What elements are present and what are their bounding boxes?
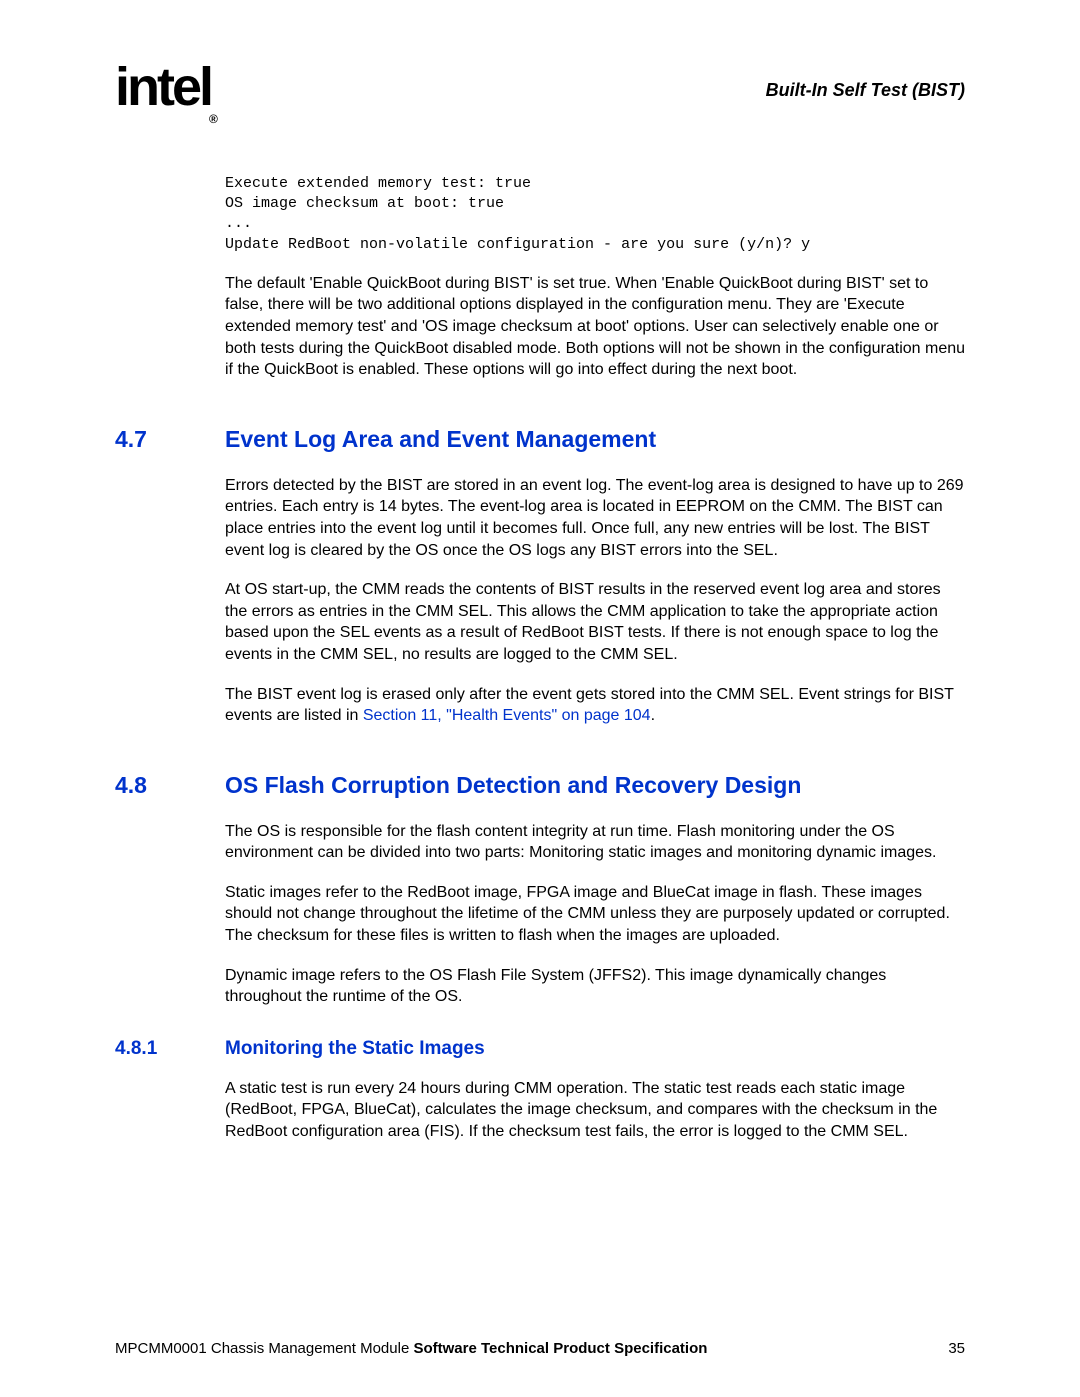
- header-title: Built-In Self Test (BIST): [766, 80, 965, 101]
- subsection-heading-4-8-1: 4.8.1 Monitoring the Static Images: [115, 1038, 965, 1060]
- logo-text: intel: [115, 57, 211, 117]
- subsection-number: 4.8.1: [115, 1038, 225, 1060]
- page-footer: MPCMM0001 Chassis Management Module Soft…: [115, 1340, 965, 1357]
- footer-left: MPCMM0001 Chassis Management Module Soft…: [115, 1340, 707, 1357]
- intel-logo: intel®: [115, 60, 217, 119]
- registered-icon: ®: [209, 112, 215, 126]
- paragraph: At OS start-up, the CMM reads the conten…: [225, 579, 965, 665]
- cross-reference-link[interactable]: Section 11, "Health Events" on page 104: [363, 707, 651, 724]
- section-number: 4.8: [115, 772, 225, 799]
- paragraph: The default 'Enable QuickBoot during BIS…: [225, 273, 965, 381]
- section-title: OS Flash Corruption Detection and Recove…: [225, 772, 801, 799]
- code-block: Execute extended memory test: true OS im…: [225, 174, 965, 255]
- paragraph: Static images refer to the RedBoot image…: [225, 882, 965, 947]
- paragraph: The BIST event log is erased only after …: [225, 684, 965, 727]
- section-number: 4.7: [115, 426, 225, 453]
- subsection-title: Monitoring the Static Images: [225, 1038, 485, 1060]
- section-heading-4-8: 4.8 OS Flash Corruption Detection and Re…: [115, 772, 965, 799]
- paragraph: Errors detected by the BIST are stored i…: [225, 475, 965, 561]
- section-heading-4-7: 4.7 Event Log Area and Event Management: [115, 426, 965, 453]
- text-run: .: [651, 707, 655, 724]
- paragraph: A static test is run every 24 hours duri…: [225, 1078, 965, 1143]
- paragraph: The OS is responsible for the flash cont…: [225, 821, 965, 864]
- paragraph: Dynamic image refers to the OS Flash Fil…: [225, 965, 965, 1008]
- page-header: intel® Built-In Self Test (BIST): [115, 60, 965, 119]
- section-title: Event Log Area and Event Management: [225, 426, 656, 453]
- footer-title: Software Technical Product Specification: [413, 1340, 707, 1357]
- page-number: 35: [948, 1340, 965, 1357]
- page: intel® Built-In Self Test (BIST) Execute…: [0, 0, 1080, 1397]
- footer-text: MPCMM0001 Chassis Management Module: [115, 1340, 413, 1357]
